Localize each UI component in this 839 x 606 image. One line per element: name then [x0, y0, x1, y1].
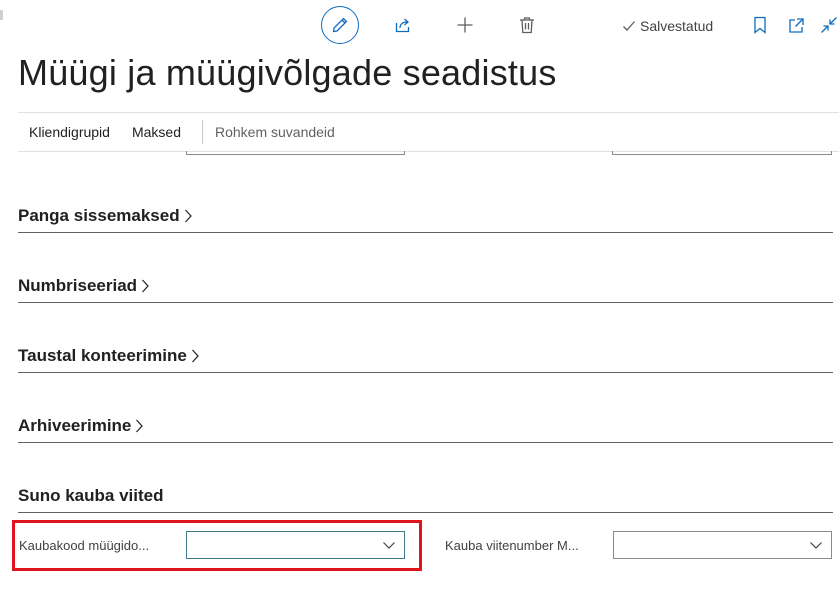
section-title: Suno kauba viited	[18, 486, 164, 505]
action-bar: Kliendigrupid Maksed Rohkem suvandeid	[18, 113, 839, 151]
chevron-right-icon	[140, 278, 150, 294]
action-payments[interactable]: Maksed	[132, 124, 181, 140]
section-title: Numbriseeriad	[18, 276, 138, 295]
section-header[interactable]: Numbriseeriad	[18, 276, 150, 296]
section-bank-deposits: Panga sissemaksed	[18, 197, 833, 233]
action-bar-separator	[201, 120, 203, 144]
section-title: Arhiveerimine	[18, 416, 132, 435]
chevron-right-icon	[190, 348, 200, 364]
more-options-button[interactable]: Rohkem suvandeid	[215, 124, 335, 140]
scrolled-input-fragment	[612, 151, 832, 155]
section-title: Panga sissemaksed	[18, 206, 180, 225]
section-header[interactable]: Taustal konteerimine	[18, 346, 200, 366]
section-header[interactable]: Suno kauba viited	[18, 486, 163, 506]
item-reference-select[interactable]	[613, 531, 832, 559]
section-header[interactable]: Arhiveerimine	[18, 416, 144, 436]
section-header[interactable]: Panga sissemaksed	[18, 206, 193, 226]
chevron-down-icon	[809, 539, 823, 551]
page-title: Müügi ja müügivõlgade seadistus	[18, 52, 557, 93]
collapse-icon[interactable]	[818, 14, 839, 36]
item-reference-label[interactable]: Kauba viitenumber M...	[445, 538, 579, 553]
save-status: Salvestatud	[622, 16, 713, 36]
item-code-label[interactable]: Kaubakood müügido...	[19, 538, 149, 553]
action-customer-groups[interactable]: Kliendigrupid	[29, 124, 110, 140]
section-suno-item-references: Suno kauba viited	[18, 477, 833, 513]
scrolled-input-fragment	[186, 151, 405, 155]
section-title: Taustal konteerimine	[18, 346, 187, 365]
delete-icon[interactable]	[516, 14, 538, 36]
item-code-select[interactable]	[186, 531, 405, 559]
chevron-right-icon	[134, 418, 144, 434]
popout-icon[interactable]	[786, 14, 806, 36]
chevron-right-icon	[183, 208, 193, 224]
bookmark-icon[interactable]	[750, 14, 770, 36]
chevron-down-icon	[382, 539, 396, 551]
section-number-series: Numbriseeriad	[18, 267, 833, 303]
edit-icon[interactable]	[321, 6, 359, 44]
plus-icon[interactable]	[454, 14, 476, 36]
save-status-label: Salvestatud	[640, 18, 714, 34]
checkmark-icon	[622, 19, 636, 33]
section-archiving: Arhiveerimine	[18, 407, 833, 443]
section-background-posting: Taustal konteerimine	[18, 337, 833, 373]
top-toolbar: Salvestatud	[0, 0, 839, 52]
share-icon[interactable]	[392, 14, 414, 36]
